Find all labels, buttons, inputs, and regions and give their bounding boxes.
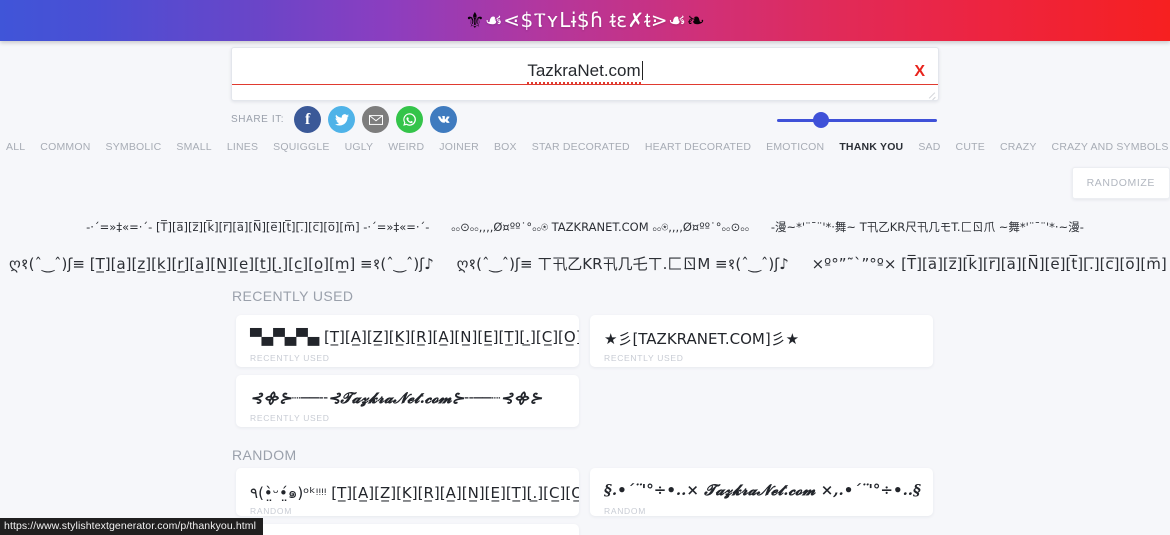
- category-tab-heart-decorated[interactable]: HEART DECORATED: [645, 141, 751, 153]
- category-tab-symbolic[interactable]: SYMBOLIC: [106, 141, 162, 153]
- text-input-panel[interactable]: TazkraNet.com X: [231, 47, 939, 101]
- list-item[interactable]: ٩(•̤̀ᵕ•̤́๑)ᵒᵏᵎᵎᵎᵎ [T̲][A̲][Z̲][K̲][R̲][A…: [236, 468, 579, 516]
- list-item[interactable]: §.•´¨'°÷•..× 𝓣𝓪𝔃𝓴𝓻𝓪𝓝𝓮𝓽.𝓬𝓸𝓶 ×,.•´¨'°÷•..§…: [590, 468, 933, 516]
- card-tag: RECENTLY USED: [250, 353, 330, 363]
- card-tag: RECENTLY USED: [604, 353, 684, 363]
- list-item[interactable]: ⊰᯽⊱┈──╌⊰𝓣𝓪𝔃𝓴𝓻𝓪𝓝𝓮𝓽.𝓬𝓸𝓶⊱╌──┈⊰᯽⊱ RECENTLY U…: [236, 375, 579, 427]
- list-item[interactable]: [236, 524, 579, 535]
- category-tab-crazy[interactable]: CRAZY: [1000, 141, 1037, 153]
- category-tab-all[interactable]: ALL: [6, 141, 25, 153]
- category-tab-emoticon[interactable]: EMOTICON: [766, 141, 824, 153]
- share-row: SHARE IT: f: [231, 106, 458, 133]
- site-header: ⚜ ☙⋖$ⲦʏLɨ$ɦ ᵵɛ✗ᵵ⋗☙ ❧: [0, 0, 1170, 41]
- card-tag: RANDOM: [250, 506, 292, 516]
- font-size-slider[interactable]: [777, 112, 937, 128]
- category-tab-squiggle[interactable]: SQUIGGLE: [273, 141, 329, 153]
- text-caret: [641, 61, 643, 80]
- slider-thumb[interactable]: [813, 112, 829, 128]
- card-tag: RANDOM: [604, 506, 646, 516]
- preview-line-1-seg-3[interactable]: -漫~*'¨¯¨'*·舞~ T卂乙KR尺卂几モT.匚ㄖ爪 ~舞*'¨¯¨'*·~…: [771, 219, 1084, 235]
- page-root: ⚜ ☙⋖$ⲦʏLɨ$ɦ ᵵɛ✗ᵵ⋗☙ ❧ TazkraNet.com X SHA…: [0, 0, 1170, 535]
- card-styled-text[interactable]: ★彡[TAZKRANET.COM]彡★: [604, 328, 799, 349]
- text-input-value[interactable]: TazkraNet.com: [527, 61, 641, 84]
- preview-line-2-seg-1[interactable]: ღ१(ˆ‿ˆ)ʃ≡ [T̲][a̲][z̲][k̲][r̲][a̲][N̲][e…: [9, 254, 434, 274]
- whatsapp-glyph: [403, 113, 417, 126]
- section-title-recently-used: RECENTLY USED: [232, 288, 354, 304]
- logo-right-ornament-icon: ❧: [686, 7, 705, 33]
- section-title-random: RANDOM: [232, 447, 297, 463]
- randomize-button[interactable]: RANDOMIZE: [1071, 167, 1170, 199]
- textarea-resize-handle[interactable]: [926, 89, 936, 99]
- preview-line-2-seg-3[interactable]: ×º°”˜`”°º× [T̅][a̅][z̅][k̅][r̅][a̅][N̅][…: [812, 255, 1170, 273]
- share-twitter-icon[interactable]: [328, 106, 356, 133]
- category-tab-weird[interactable]: WEIRD: [388, 141, 424, 153]
- card-tag: RECENTLY USED: [250, 413, 330, 423]
- category-tab-thank-you[interactable]: THANK YOU: [839, 141, 903, 153]
- category-tab-joiner[interactable]: JOINER: [439, 141, 479, 153]
- card-styled-text[interactable]: §.•´¨'°÷•..× 𝓣𝓪𝔃𝓴𝓻𝓪𝓝𝓮𝓽.𝓬𝓸𝓶 ×,.•´¨'°÷•..§: [604, 481, 921, 499]
- category-tab-ugly[interactable]: UGLY: [345, 141, 374, 153]
- text-input-display[interactable]: TazkraNet.com: [232, 61, 938, 85]
- share-whatsapp-icon[interactable]: [396, 106, 424, 133]
- share-label: SHARE IT:: [231, 114, 285, 125]
- preview-line-1-seg-2[interactable]: ೲ⊙ೲ,,,,Ø¤ºº˙°ೲ⍟ TAZKRANET.COM ೲ⍟,,,,Ø¤ºº…: [451, 220, 749, 235]
- category-nav: ALL COMMON SYMBOLIC SMALL LINES SQUIGGLE UGLY W…: [6, 141, 1168, 153]
- clear-input-button[interactable]: X: [914, 63, 925, 81]
- browser-status-bar: https://www.stylishtextgenerator.com/p/t…: [0, 518, 264, 535]
- preview-line-2-seg-2[interactable]: ღ१(ˆ‿ˆ)ʃ≡ ㄒ卂乙KR卂几乇ㄒ.匚ㄖM ≡१(ˆ‿ˆ)ʃ♪: [457, 253, 789, 274]
- slider-track[interactable]: [777, 119, 937, 122]
- category-tab-common[interactable]: COMMON: [40, 141, 90, 153]
- envelope-glyph: [368, 114, 383, 125]
- category-tab-lines[interactable]: LINES: [227, 141, 258, 153]
- twitter-bird-glyph: [334, 113, 349, 126]
- card-styled-text[interactable]: ⊰᯽⊱┈──╌⊰𝓣𝓪𝔃𝓴𝓻𝓪𝓝𝓮𝓽.𝓬𝓸𝓶⊱╌──┈⊰᯽⊱: [250, 388, 542, 408]
- card-styled-text[interactable]: ٩(•̤̀ᵕ•̤́๑)ᵒᵏᵎᵎᵎᵎ [T̲][A̲][Z̲][K̲][R̲][A…: [250, 481, 579, 505]
- card-styled-text[interactable]: ▀▄▀▄▀▄ [T̲][A̲][Z̲][K̲][R̲][A̲][N̲][E̲][…: [250, 328, 579, 346]
- category-tab-crazy-and-symbols[interactable]: CRAZY AND SYMBOLS: [1052, 141, 1169, 153]
- category-tab-small[interactable]: SMALL: [176, 141, 211, 153]
- list-item[interactable]: ▀▄▀▄▀▄ [T̲][A̲][Z̲][K̲][R̲][A̲][N̲][E̲][…: [236, 315, 579, 367]
- share-email-icon[interactable]: [362, 106, 390, 133]
- preview-line-1: -·´=»‡«=·´- [T̅][a̅][z̅][k̅][r̅][a̅][N̅]…: [0, 219, 1170, 235]
- list-item[interactable]: ★彡[TAZKRANET.COM]彡★ RECENTLY USED: [590, 315, 933, 367]
- category-tab-star-decorated[interactable]: STAR DECORATED: [532, 141, 630, 153]
- logo-left-ornament-icon: ⚜: [465, 7, 485, 33]
- vk-glyph: [437, 115, 450, 123]
- share-facebook-icon[interactable]: f: [294, 106, 322, 133]
- preview-line-1-seg-1[interactable]: -·´=»‡«=·´- [T̅][a̅][z̅][k̅][r̅][a̅][N̅]…: [86, 220, 429, 234]
- category-tab-sad[interactable]: SAD: [918, 141, 940, 153]
- category-tab-box[interactable]: BOX: [494, 141, 517, 153]
- preview-line-2: ღ१(ˆ‿ˆ)ʃ≡ [T̲][a̲][z̲][k̲][r̲][a̲][N̲][e…: [0, 253, 1170, 274]
- site-logo-title: ☙⋖$ⲦʏLɨ$ɦ ᵵɛ✗ᵵ⋗☙: [484, 8, 687, 32]
- share-vk-icon[interactable]: [430, 106, 458, 133]
- category-tab-cute[interactable]: CUTE: [956, 141, 985, 153]
